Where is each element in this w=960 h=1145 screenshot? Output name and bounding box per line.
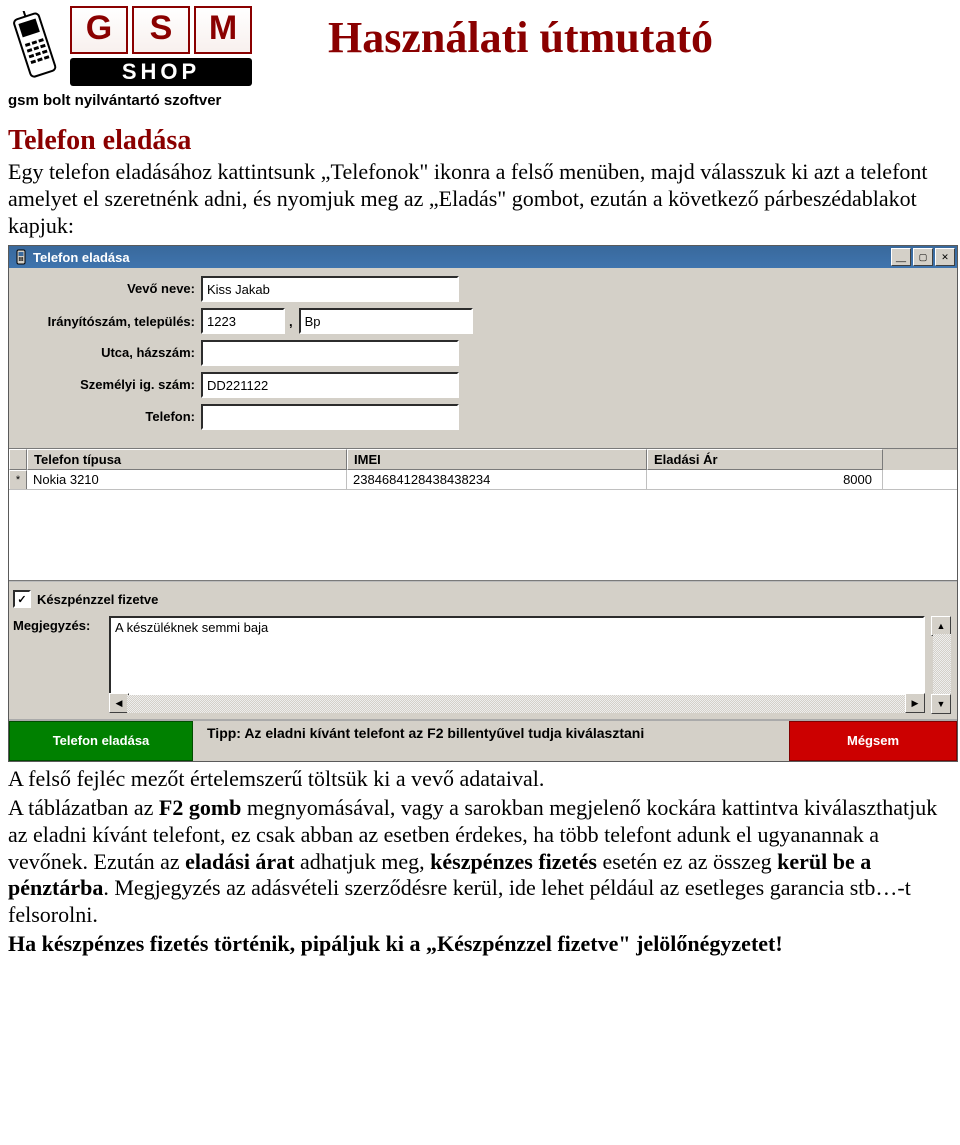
logo-block: G S M SHOP gsm bolt nyilvántartó szoftve… (8, 0, 308, 109)
section-title: Telefon eladása (8, 125, 952, 157)
buyer-name-field[interactable] (201, 276, 459, 302)
cancel-button[interactable]: Mégsem (789, 721, 957, 761)
scroll-down-button[interactable]: ▼ (931, 694, 951, 714)
label-idnum: Személyi ig. szám: (15, 378, 201, 392)
cell-price: 8000 (647, 470, 883, 489)
grid-corner[interactable] (9, 449, 27, 470)
table-row[interactable]: * Nokia 3210 2384684128438438234 8000 (9, 470, 957, 490)
zip-city-separator: , (289, 314, 293, 329)
vertical-scrollbar-track[interactable] (933, 634, 951, 694)
grid-header-type: Telefon típusa (27, 449, 347, 470)
footer-tip: Tipp: Az eladni kívánt telefont az F2 bi… (193, 721, 789, 761)
grid-header-imei: IMEI (347, 449, 647, 470)
city-field[interactable] (299, 308, 473, 334)
minimize-button[interactable]: __ (891, 248, 911, 266)
mobile-phone-icon (8, 11, 62, 81)
label-cash: Készpénzzel fizetve (37, 592, 158, 607)
document-title: Használati útmutató (328, 0, 713, 63)
paragraph-2: A felső fejléc mezőt értelemszerű töltsü… (8, 766, 952, 793)
label-zipcity: Irányítószám, település: (15, 315, 201, 329)
horizontal-scrollbar-track[interactable] (127, 695, 905, 713)
dialog-titlebar: Telefon eladása __ ▢ ✕ (9, 246, 957, 268)
id-number-field[interactable] (201, 372, 459, 398)
document-header: G S M SHOP gsm bolt nyilvántartó szoftve… (8, 0, 952, 109)
scroll-right-button[interactable]: ▶ (905, 693, 925, 713)
scroll-up-button[interactable]: ▲ (931, 616, 951, 636)
intro-paragraph: Egy telefon eladásához kattintsunk „Tele… (8, 159, 952, 239)
label-note: Megjegyzés: (13, 616, 105, 633)
logo-letters: G S M (70, 6, 252, 54)
grid-header-price: Eladási Ár (647, 449, 883, 470)
cell-imei: 2384684128438438234 (347, 470, 647, 489)
cell-type: Nokia 3210 (27, 470, 347, 489)
cash-checkbox[interactable]: ✓ (13, 590, 31, 608)
phone-field[interactable] (201, 404, 459, 430)
dialog-window: Telefon eladása __ ▢ ✕ Vevő neve: Irányí… (8, 245, 958, 762)
dialog-app-icon (13, 249, 29, 265)
scroll-left-button[interactable]: ◀ (109, 693, 129, 713)
label-phone: Telefon: (15, 410, 201, 424)
logo-subtitle: gsm bolt nyilvántartó szoftver (8, 92, 308, 109)
zip-field[interactable] (201, 308, 285, 334)
street-field[interactable] (201, 340, 459, 366)
label-street: Utca, házszám: (15, 346, 201, 360)
grid-empty-area (9, 490, 957, 580)
paragraph-4: Ha készpénzes fizetés történik, pipáljuk… (8, 931, 952, 958)
maximize-button[interactable]: ▢ (913, 248, 933, 266)
row-marker[interactable]: * (9, 470, 27, 489)
label-buyer: Vevő neve: (15, 282, 201, 296)
paragraph-3: A táblázatban az F2 gomb megnyomásával, … (8, 795, 952, 929)
sell-phone-button[interactable]: Telefon eladása (9, 721, 193, 761)
close-button[interactable]: ✕ (935, 248, 955, 266)
dialog-title: Telefon eladása (33, 250, 889, 265)
phone-grid: Telefon típusa IMEI Eladási Ár * Nokia 3… (9, 448, 957, 581)
logo-shop-badge: SHOP (70, 58, 252, 86)
